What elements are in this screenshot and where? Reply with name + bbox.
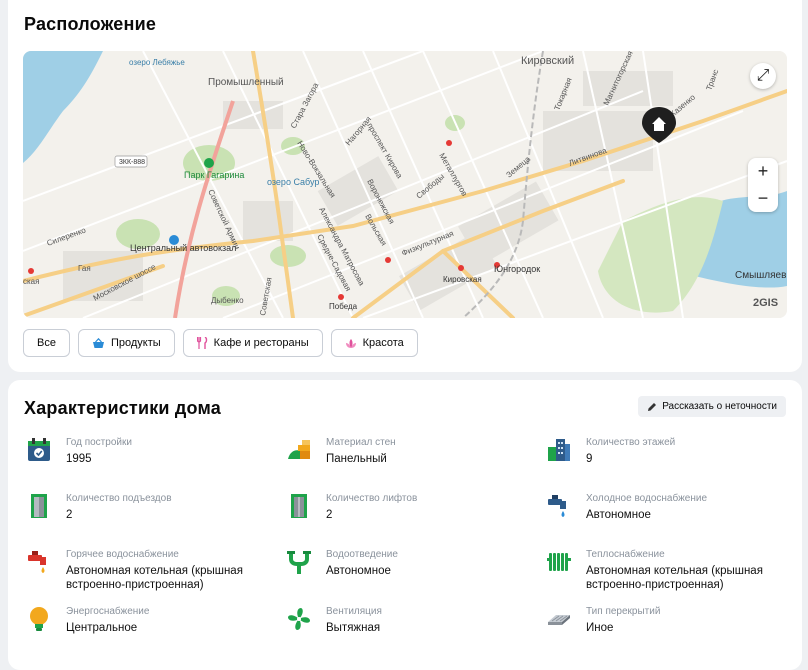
- map-label: Центральный автовокзал: [130, 243, 236, 253]
- wall-material-icon: [288, 440, 310, 459]
- radiator-icon: [547, 553, 571, 571]
- fan-icon: [288, 608, 310, 630]
- feature-label: Холодное водоснабжение: [586, 493, 708, 504]
- map-label: озеро Лебяжье: [129, 58, 185, 67]
- feature-label: Год постройки: [66, 437, 132, 448]
- map-label: Победа: [329, 302, 358, 311]
- map-expand-button[interactable]: ⤢: [750, 63, 776, 89]
- poi-filters: Все Продукты Кафе и рестораны Красота: [23, 329, 418, 357]
- zoom-out-button[interactable]: −: [748, 185, 778, 212]
- feature-value: Иное: [586, 622, 614, 634]
- filter-label: Все: [37, 337, 56, 349]
- map-canvas[interactable]: Кировский Промышленный озеро Лебяжье Пар…: [23, 51, 787, 318]
- feature-value: Центральное: [66, 622, 138, 634]
- feature-label: Тип перекрытий: [586, 606, 661, 617]
- filter-all[interactable]: Все: [23, 329, 70, 357]
- map-label: Кировская: [443, 275, 482, 284]
- feature-value: 9: [586, 453, 593, 465]
- feature-label: Водоотведение: [326, 549, 398, 560]
- park-green-4: [270, 245, 306, 267]
- report-label: Рассказать о неточности: [662, 401, 777, 412]
- map-label: Гая: [78, 264, 91, 273]
- report-inaccuracy-button[interactable]: Рассказать о неточности: [638, 396, 786, 417]
- map-label: озеро Сабур: [267, 177, 319, 187]
- drain-pipe-icon: [287, 551, 311, 574]
- map[interactable]: Кировский Промышленный озеро Лебяжье Пар…: [23, 51, 787, 318]
- feature-value: 2: [66, 509, 73, 521]
- filter-label: Кафе и рестораны: [213, 337, 309, 349]
- map-label: Кировский: [521, 55, 574, 67]
- feature-value: Вытяжная: [326, 622, 381, 634]
- feature-label: Количество этажей: [586, 437, 676, 448]
- map-attribution[interactable]: 2GIS: [753, 297, 778, 309]
- buildings-icon: [548, 439, 570, 461]
- filter-label: Продукты: [110, 337, 161, 349]
- map-label: Дыбенко: [211, 296, 244, 305]
- map-label: Смышляев: [735, 270, 786, 281]
- feature-label: Вентиляция: [326, 606, 382, 617]
- feature-value: Панельный: [326, 453, 387, 465]
- park-icon: [204, 158, 214, 168]
- feature-value: Автономное: [326, 565, 391, 577]
- characteristics-title: Характеристики дома: [24, 398, 221, 418]
- fork-knife-icon: [196, 337, 207, 349]
- map-zoom-controls: + −: [748, 158, 778, 212]
- zoom-in-button[interactable]: +: [748, 158, 778, 185]
- location-title: Расположение: [24, 14, 157, 34]
- expand-icon: ⤢: [756, 67, 770, 84]
- entrance-door-icon: [31, 494, 47, 518]
- filter-products[interactable]: Продукты: [77, 329, 175, 357]
- floor-slab-icon: [548, 615, 570, 625]
- pencil-icon: [648, 402, 657, 411]
- feature-label: Количество подъездов: [66, 493, 172, 504]
- location-card: Расположение Кировский Промышленный озер…: [8, 0, 802, 372]
- feature-value: Автономная котельная (крышная встроенно-…: [586, 565, 763, 591]
- feature-value: 2: [326, 509, 333, 521]
- characteristics-card: Характеристики дома Рассказать о неточно…: [8, 380, 802, 670]
- cold-water-tap-icon: [548, 495, 566, 517]
- feature-value: 1995: [66, 453, 92, 465]
- basket-icon: [92, 337, 104, 348]
- light-bulb-icon: [30, 607, 48, 631]
- feature-value: Автономное: [586, 509, 651, 521]
- feature-value: Автономная котельная (крышная встроенно-…: [66, 565, 243, 591]
- elevator-icon: [291, 494, 307, 518]
- map-label: ская: [23, 277, 39, 286]
- filter-cafes[interactable]: Кафе и рестораны: [182, 329, 323, 357]
- map-label: Промышленный: [208, 77, 284, 88]
- map-label: Юнгородок: [494, 264, 540, 274]
- feature-label: Энергоснабжение: [66, 606, 150, 617]
- calendar-icon: [28, 438, 50, 461]
- lotus-icon: [345, 338, 356, 348]
- filter-label: Красота: [362, 337, 404, 349]
- feature-label: Материал стен: [326, 437, 396, 448]
- feature-label: Теплоснабжение: [586, 549, 665, 560]
- map-label: 3КК-888: [119, 159, 145, 166]
- feature-label: Горячее водоснабжение: [66, 549, 179, 560]
- feature-label: Количество лифтов: [326, 493, 418, 504]
- hot-water-tap-icon: [28, 551, 46, 573]
- filter-beauty[interactable]: Красота: [330, 329, 418, 357]
- map-label: Парк Гагарина: [184, 170, 244, 180]
